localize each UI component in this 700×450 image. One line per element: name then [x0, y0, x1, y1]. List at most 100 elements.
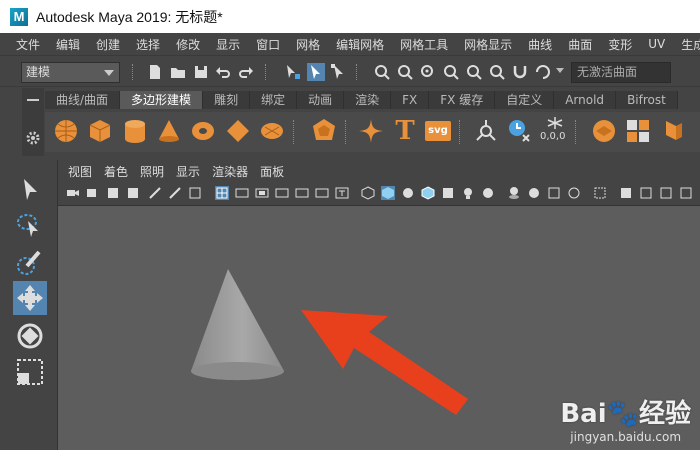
- vp-menu-view[interactable]: 视图: [62, 163, 98, 180]
- vp-menu-show[interactable]: 显示: [170, 163, 206, 180]
- select-tool-icon[interactable]: [13, 173, 47, 207]
- menu-deform[interactable]: 变形: [600, 36, 640, 53]
- safe-title-icon[interactable]: [335, 186, 349, 200]
- snap-magnet-icon[interactable]: [511, 63, 529, 81]
- poly-cone-icon[interactable]: [156, 118, 182, 144]
- sweep-mesh-icon[interactable]: [358, 118, 384, 144]
- menu-file[interactable]: 文件: [8, 36, 48, 53]
- antialiasing-icon[interactable]: [547, 186, 561, 200]
- select-component-icon[interactable]: [330, 63, 348, 81]
- camera-attr-icon[interactable]: [86, 186, 100, 200]
- poly-sphere-icon[interactable]: [53, 118, 79, 144]
- menu-windows[interactable]: 窗口: [248, 36, 288, 53]
- poly-disc-icon[interactable]: [259, 118, 285, 144]
- film-gate-icon[interactable]: [235, 186, 249, 200]
- snap-view-plane-icon[interactable]: [465, 63, 483, 81]
- tab-poly-modeling[interactable]: 多边形建模: [120, 91, 204, 109]
- tab-sculpting[interactable]: 雕刻: [203, 91, 251, 109]
- xray-components-icon[interactable]: [659, 186, 673, 200]
- poly-plane-icon[interactable]: [225, 118, 251, 144]
- shelf-menu-icon[interactable]: [27, 99, 39, 101]
- ambient-occlusion-icon[interactable]: [507, 186, 521, 200]
- select-object-icon[interactable]: [307, 63, 325, 81]
- type-tool-icon[interactable]: T: [392, 118, 418, 144]
- grid-toggle-icon[interactable]: [188, 186, 202, 200]
- vp-menu-panels[interactable]: 面板: [254, 163, 290, 180]
- shadows-icon[interactable]: [481, 186, 495, 200]
- open-scene-icon[interactable]: [169, 63, 187, 81]
- cone-object[interactable]: [191, 269, 284, 381]
- menu-edit[interactable]: 编辑: [48, 36, 88, 53]
- poly-cube-icon[interactable]: [87, 118, 113, 144]
- select-hierarchy-icon[interactable]: [284, 63, 302, 81]
- grease-pencil-icon[interactable]: [168, 186, 182, 200]
- menu-mesh[interactable]: 网格: [288, 36, 328, 53]
- gear-icon[interactable]: [25, 130, 41, 146]
- menu-mesh-display[interactable]: 网格显示: [456, 36, 520, 53]
- snap-live-icon[interactable]: [488, 63, 506, 81]
- snap-grid-icon[interactable]: [373, 63, 391, 81]
- wireframe-on-shaded-icon[interactable]: [421, 186, 435, 200]
- 2d-pan-icon[interactable]: [148, 186, 162, 200]
- smooth-shade-icon[interactable]: [381, 186, 395, 200]
- menu-set-dropdown[interactable]: 建模: [21, 62, 120, 83]
- menu-uv[interactable]: UV: [640, 37, 673, 51]
- save-scene-icon[interactable]: [192, 63, 210, 81]
- tab-rigging[interactable]: 绑定: [250, 91, 298, 109]
- combine-icon[interactable]: [591, 118, 617, 144]
- vp-menu-shading[interactable]: 着色: [98, 163, 134, 180]
- menu-surfaces[interactable]: 曲面: [560, 36, 600, 53]
- isolate-select-icon[interactable]: [593, 186, 607, 200]
- tab-bifrost[interactable]: Bifrost: [616, 91, 678, 109]
- bookmark-icon[interactable]: [106, 186, 120, 200]
- vp-menu-lighting[interactable]: 照明: [134, 163, 170, 180]
- extract-icon[interactable]: [659, 118, 685, 144]
- paint-select-tool-icon[interactable]: [13, 246, 47, 280]
- tab-curves-surfaces[interactable]: 曲线/曲面: [45, 91, 121, 109]
- menu-curves[interactable]: 曲线: [520, 36, 560, 53]
- hud-icon[interactable]: [679, 186, 693, 200]
- gate-mask-icon[interactable]: [275, 186, 289, 200]
- chevron-down-icon[interactable]: [556, 68, 564, 73]
- clock-delete-icon[interactable]: [506, 118, 532, 144]
- measure-tool-icon[interactable]: [473, 118, 499, 144]
- poly-platonic-icon[interactable]: [311, 118, 337, 144]
- menu-display[interactable]: 显示: [208, 36, 248, 53]
- textured-icon[interactable]: [441, 186, 455, 200]
- camera-icon[interactable]: [66, 186, 80, 200]
- wireframe-icon[interactable]: [361, 186, 375, 200]
- default-material-icon[interactable]: [401, 186, 415, 200]
- snap-point-icon[interactable]: [419, 63, 437, 81]
- svg-tool-icon[interactable]: svg: [425, 121, 451, 141]
- resolution-gate-icon[interactable]: [255, 186, 269, 200]
- poly-cylinder-icon[interactable]: [122, 118, 148, 144]
- menu-generate[interactable]: 生成: [673, 36, 700, 53]
- lasso-tool-icon[interactable]: [13, 209, 47, 243]
- move-tool-button[interactable]: [13, 281, 47, 315]
- snap-curve-icon[interactable]: [396, 63, 414, 81]
- separate-icon[interactable]: [625, 118, 651, 144]
- snap-projected-center-icon[interactable]: [442, 63, 460, 81]
- motion-blur-icon[interactable]: [527, 186, 541, 200]
- tab-animation[interactable]: 动画: [297, 91, 345, 109]
- safe-action-icon[interactable]: [315, 186, 329, 200]
- menu-modify[interactable]: 修改: [168, 36, 208, 53]
- depth-of-field-icon[interactable]: [567, 186, 581, 200]
- viewport-canvas[interactable]: Bai🐾经验 jingyan.baidu.com: [58, 206, 700, 450]
- grid-icon[interactable]: [215, 186, 229, 200]
- tab-arnold[interactable]: Arnold: [554, 91, 617, 109]
- symmetry-icon[interactable]: [534, 63, 552, 81]
- image-plane-icon[interactable]: [126, 186, 140, 200]
- live-surface-field[interactable]: 无激活曲面: [571, 62, 671, 83]
- tab-rendering[interactable]: 渲染: [344, 91, 392, 109]
- menu-mesh-tools[interactable]: 网格工具: [392, 36, 456, 53]
- undo-icon[interactable]: [214, 63, 232, 81]
- new-scene-icon[interactable]: [146, 63, 164, 81]
- vp-menu-renderer[interactable]: 渲染器: [206, 163, 254, 180]
- menu-edit-mesh[interactable]: 编辑网格: [328, 36, 392, 53]
- tab-custom[interactable]: 自定义: [495, 91, 555, 109]
- tab-fx[interactable]: FX: [391, 91, 430, 109]
- rotate-tool-icon[interactable]: [13, 319, 47, 353]
- xray-joints-icon[interactable]: [639, 186, 653, 200]
- field-chart-icon[interactable]: [295, 186, 309, 200]
